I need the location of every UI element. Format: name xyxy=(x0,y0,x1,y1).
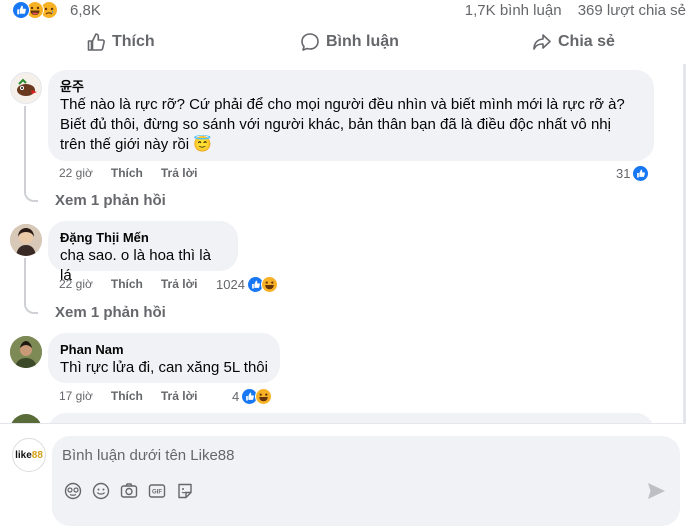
avatar[interactable] xyxy=(10,224,42,256)
comment-text-line: trên thế giới này rồi 😇 xyxy=(60,136,212,153)
send-icon[interactable] xyxy=(646,482,666,500)
comment-bubble: 윤주 Thế nào là rực rỡ? Cứ phải để cho mọi… xyxy=(48,70,654,161)
comment-time[interactable]: 17 giờ xyxy=(59,389,93,403)
comment-composer: like88 GIF xyxy=(0,423,686,531)
comment-text-line: Biết đủ thôi, đừng so sánh với người khá… xyxy=(60,116,611,133)
comment-count[interactable]: 1,7K bình luận xyxy=(465,2,562,19)
post-stats: 6,8K 1,7K bình luận 369 lượt chia sẻ xyxy=(0,0,686,24)
gif-icon[interactable]: GIF xyxy=(148,482,166,500)
comment-text-line: Thế nào là rực rỡ? Cứ phải để cho mọi ng… xyxy=(60,96,625,113)
comment-meta: 22 giờ Thích Trả lời xyxy=(59,277,197,291)
comment-reactions[interactable]: 1024 xyxy=(216,276,278,293)
comment-author[interactable]: Đặng Thịi Mến xyxy=(60,229,226,246)
comment-meta: 22 giờ Thích Trả lời xyxy=(59,166,197,180)
avatar-sticker-icon[interactable] xyxy=(64,482,82,500)
comment-list: 윤주 Thế nào là rực rỡ? Cứ phải để cho mọi… xyxy=(0,64,686,424)
facebook-post-comments: 6,8K 1,7K bình luận 369 lượt chia sẻ Thí… xyxy=(0,0,686,531)
share-count[interactable]: 369 lượt chia sẻ xyxy=(578,2,686,19)
avatar-logo-number: 88 xyxy=(31,449,43,461)
comment-time[interactable]: 22 giờ xyxy=(59,277,93,291)
comment-time[interactable]: 22 giờ xyxy=(59,166,93,180)
comment-bubble: Đặng Thịi Mến chạ sao. o là hoa thì là l… xyxy=(48,221,238,284)
share-button[interactable]: Chia sẻ xyxy=(532,30,615,54)
comment-author[interactable]: 윤주 xyxy=(60,78,642,95)
thread-connector xyxy=(24,106,38,202)
comment-like-button[interactable]: Thích xyxy=(111,277,143,291)
avatar-logo-text: like xyxy=(15,449,32,461)
comment-input[interactable] xyxy=(62,444,662,466)
reaction-count[interactable]: 6,8K xyxy=(70,2,101,19)
svg-text:GIF: GIF xyxy=(152,490,162,496)
avatar[interactable] xyxy=(10,336,42,368)
comment-button-label: Bình luận xyxy=(326,33,399,50)
comment-bubble: Phan Nam Thì rực lửa đi, can xăng 5L thô… xyxy=(48,333,280,383)
comment-reply-button[interactable]: Trả lời xyxy=(161,166,198,180)
comment-reaction-count: 4 xyxy=(232,389,240,404)
camera-icon[interactable] xyxy=(120,482,138,500)
comment-reply-button[interactable]: Trả lời xyxy=(161,389,198,403)
thumbs-up-icon xyxy=(87,33,105,51)
comment-meta: 17 giờ Thích Trả lời xyxy=(59,389,197,403)
speech-bubble-icon xyxy=(301,33,319,51)
comment-like-button[interactable]: Thích xyxy=(111,166,143,180)
sticker-icon[interactable] xyxy=(176,482,194,500)
comment-reactions[interactable]: 31 xyxy=(616,165,650,182)
like-icon xyxy=(632,165,650,182)
comment-reaction-count: 31 xyxy=(616,166,631,181)
haha-icon xyxy=(260,276,278,293)
like-button-label: Thích xyxy=(112,33,155,50)
comment-text-line: Thì rực lửa đi, can xăng 5L thôi xyxy=(60,359,268,376)
view-replies-link[interactable]: Xem 1 phản hồi xyxy=(55,304,166,321)
page-avatar[interactable]: like 88 xyxy=(12,438,46,472)
view-replies-link[interactable]: Xem 1 phản hồi xyxy=(55,192,166,209)
comment-input-box: GIF xyxy=(52,436,680,526)
emoji-icon[interactable] xyxy=(92,482,110,500)
like-icon xyxy=(12,1,30,19)
composer-tools: GIF xyxy=(64,482,194,500)
comment-button[interactable]: Bình luận xyxy=(300,30,399,54)
comment-like-button[interactable]: Thích xyxy=(111,389,143,403)
post-actions: Thích Bình luận Chia sẻ xyxy=(0,30,686,56)
haha-icon xyxy=(255,388,273,405)
comment-reply-button[interactable]: Trả lời xyxy=(161,277,198,291)
comment-author[interactable]: Phan Nam xyxy=(60,341,268,358)
like-button[interactable]: Thích xyxy=(86,30,155,54)
share-button-label: Chia sẻ xyxy=(558,33,615,50)
comment-reactions[interactable]: 4 xyxy=(232,388,273,405)
post-counts: 1,7K bình luận 369 lượt chia sẻ xyxy=(465,2,686,19)
share-arrow-icon xyxy=(533,34,551,50)
comment-reaction-count: 1024 xyxy=(216,277,245,292)
avatar[interactable] xyxy=(10,72,42,104)
thread-connector xyxy=(24,258,38,314)
